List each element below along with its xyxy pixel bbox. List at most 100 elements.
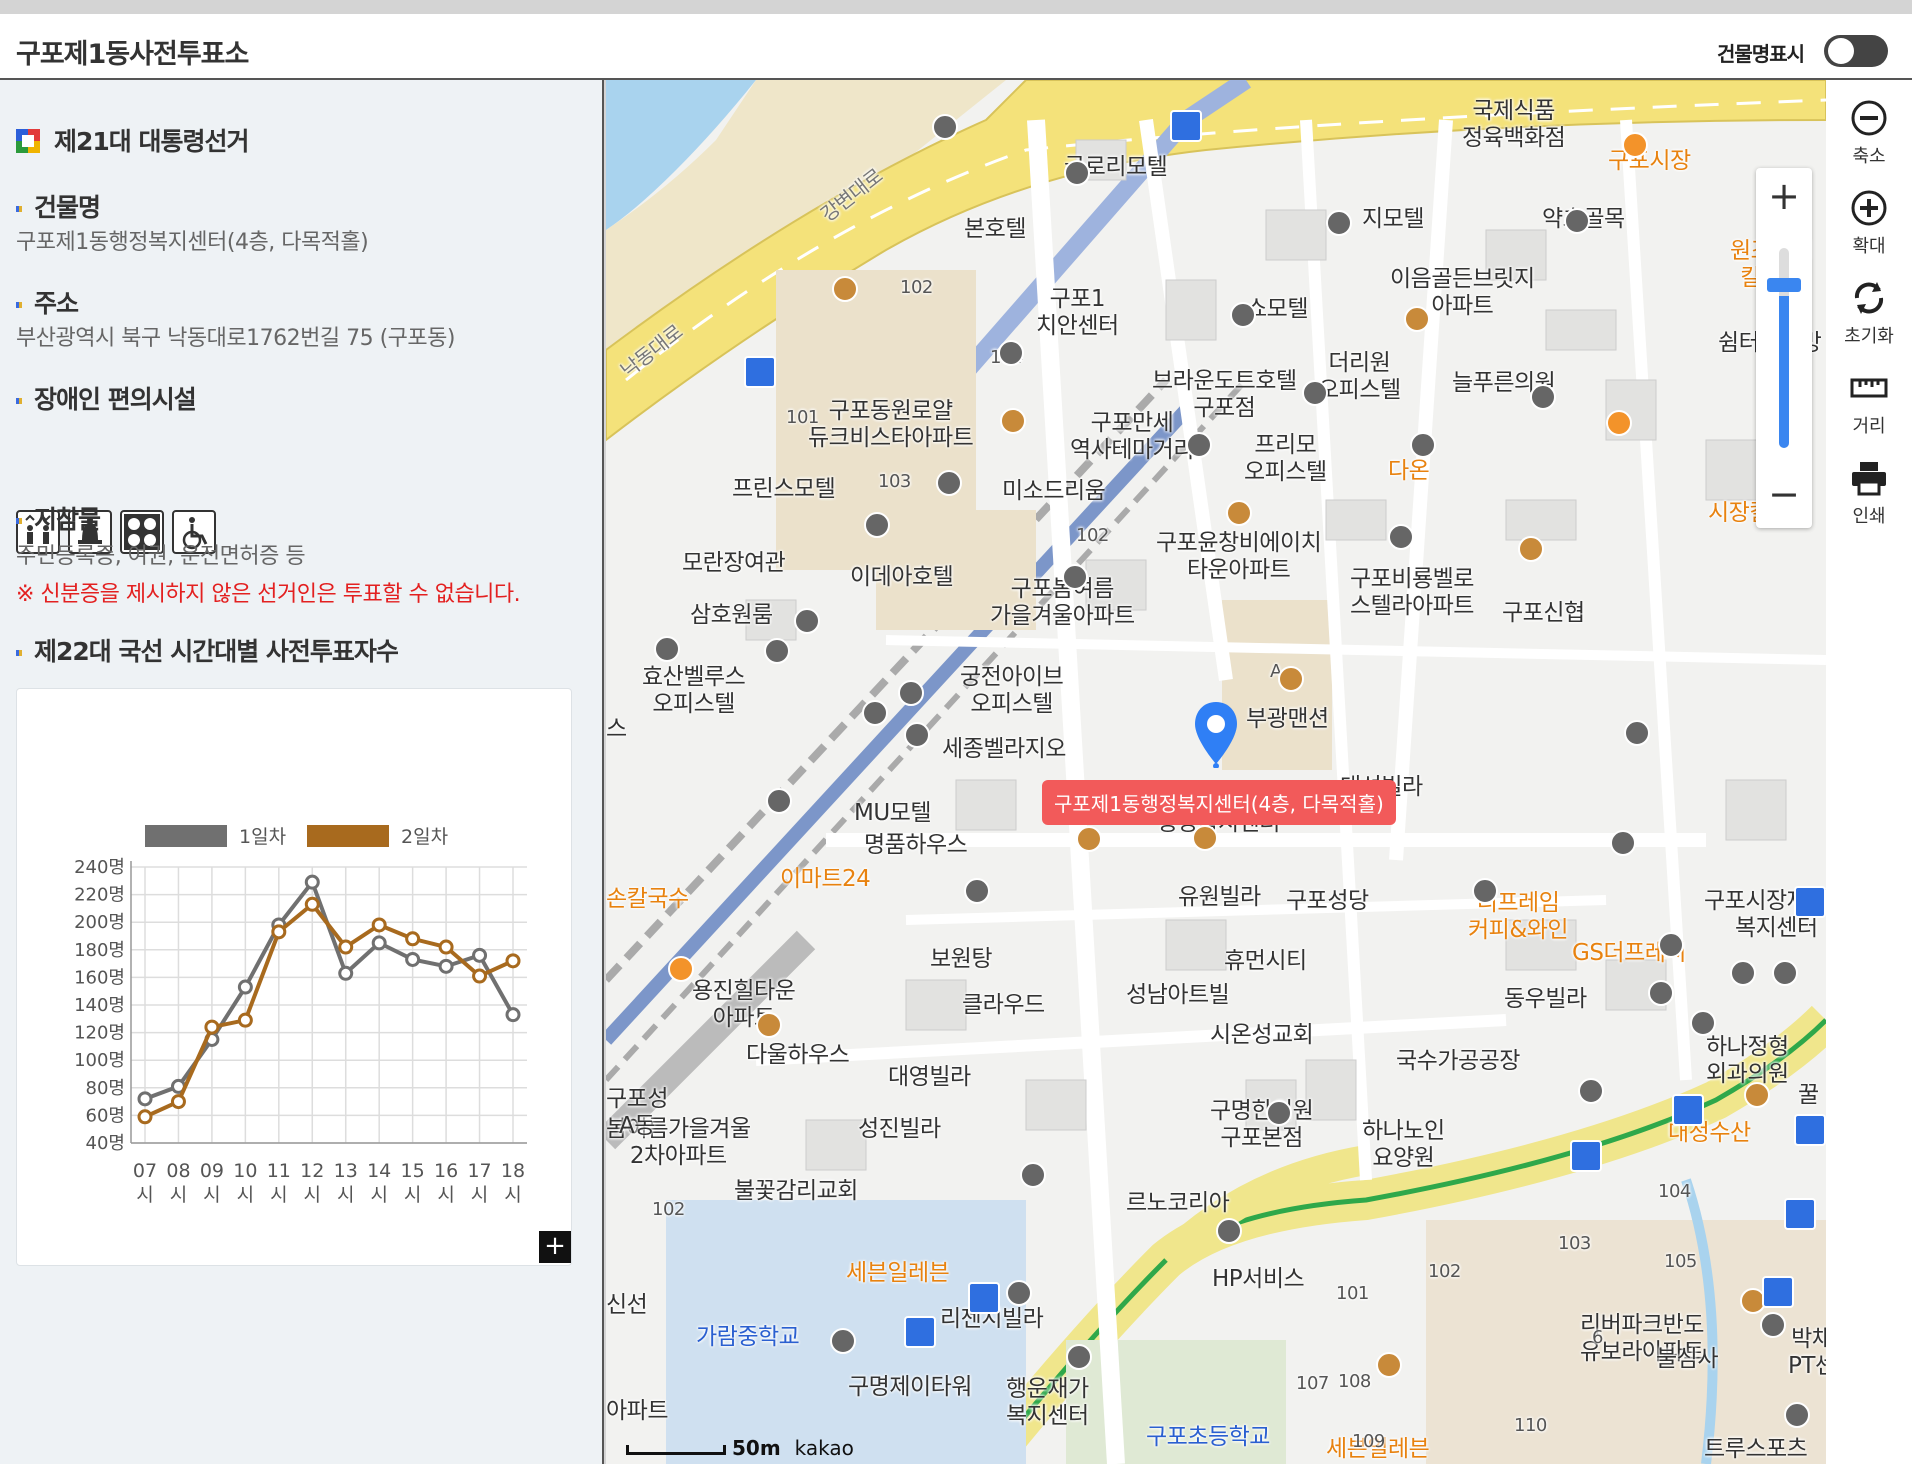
poi-pin-icon[interactable] xyxy=(1064,160,1090,186)
map-place-label[interactable]: 구포봄여름 가을겨울아파트 xyxy=(990,576,1135,630)
poi-pin-icon[interactable] xyxy=(1278,666,1304,692)
map-place-label[interactable]: 가람중학교 xyxy=(696,1324,800,1351)
poi-pin-icon[interactable] xyxy=(1606,410,1632,436)
poi-pin-icon[interactable] xyxy=(1066,1344,1092,1370)
map-place-label[interactable]: 이마트24 xyxy=(780,866,871,893)
poi-pin-icon[interactable] xyxy=(1772,960,1798,986)
poi-pin-icon[interactable] xyxy=(1744,1082,1770,1108)
map-place-label[interactable]: 구포신협 xyxy=(1502,600,1585,627)
map-place-label[interactable]: 신선 xyxy=(606,1292,648,1319)
map-place-label[interactable]: 대영빌라 xyxy=(888,1064,971,1091)
poi-pin-icon[interactable] xyxy=(1216,1218,1242,1244)
poi-pin-icon[interactable] xyxy=(1410,432,1436,458)
map-place-label[interactable]: 성진빌라 xyxy=(858,1116,941,1143)
map-place-label[interactable]: 불심사 xyxy=(1656,1346,1718,1373)
map-place-label[interactable]: 다울하우스 xyxy=(746,1042,850,1069)
map-place-label[interactable]: 궁전아이브 오피스텔 xyxy=(960,664,1064,718)
polling-station-label[interactable]: 구포제1동행정복지센터(4층, 다목적홀) xyxy=(1042,780,1396,825)
poi-pin-icon[interactable] xyxy=(1784,1402,1810,1428)
map-place-label[interactable]: MU모텔 xyxy=(854,800,932,827)
polling-station-marker[interactable] xyxy=(1191,700,1241,769)
poi-pin-icon[interactable] xyxy=(1376,1352,1402,1378)
building-name-toggle[interactable] xyxy=(1824,35,1888,67)
poi-pin-icon[interactable] xyxy=(1578,1078,1604,1104)
poi-pin-icon[interactable] xyxy=(756,1012,782,1038)
map-place-label[interactable]: 구명한의원 구포본점 xyxy=(1210,1098,1314,1152)
chart-expand-button[interactable]: + xyxy=(539,1231,571,1263)
poi-pin-icon[interactable] xyxy=(794,608,820,634)
bus-stop-icon[interactable] xyxy=(1672,1094,1704,1126)
map-place-label[interactable]: 트루스포츠 xyxy=(1704,1436,1808,1463)
poi-pin-icon[interactable] xyxy=(1658,932,1684,958)
map-place-label[interactable]: 더리원 오피스텔 xyxy=(1318,350,1401,404)
poi-pin-icon[interactable] xyxy=(1730,960,1756,986)
map-place-label[interactable]: 구포1 치안센터 xyxy=(1036,286,1119,340)
bus-stop-icon[interactable] xyxy=(968,1282,1000,1314)
poi-pin-icon[interactable] xyxy=(904,722,930,748)
bus-stop-icon[interactable] xyxy=(1794,1114,1826,1146)
map-place-label[interactable]: 성남아트빌 xyxy=(1126,982,1230,1009)
map-place-label[interactable]: 부광맨션 xyxy=(1246,706,1329,733)
map-place-label[interactable]: 휴먼시티 xyxy=(1224,948,1307,975)
poi-pin-icon[interactable] xyxy=(1076,826,1102,852)
poi-pin-icon[interactable] xyxy=(898,680,924,706)
bus-stop-icon[interactable] xyxy=(1784,1198,1816,1230)
map-place-label[interactable]: 이데아호텔 xyxy=(850,564,954,591)
map-place-label[interactable]: HP서비스 xyxy=(1212,1266,1305,1293)
map-place-label[interactable]: 프린스모텔 xyxy=(732,476,836,503)
map-place-label[interactable]: 하나정형 외과의원 xyxy=(1706,1034,1789,1088)
bus-stop-icon[interactable] xyxy=(1170,110,1202,142)
map-place-label[interactable]: 효산벨루스 오피스텔 xyxy=(642,664,746,718)
zoom-slider-handle[interactable] xyxy=(1767,278,1801,292)
poi-pin-icon[interactable] xyxy=(766,788,792,814)
poi-pin-icon[interactable] xyxy=(936,470,962,496)
poi-pin-icon[interactable] xyxy=(1192,825,1218,851)
map-place-label[interactable]: 유원빌라 xyxy=(1178,884,1261,911)
bus-stop-icon[interactable] xyxy=(744,356,776,388)
poi-pin-icon[interactable] xyxy=(1530,384,1556,410)
poi-pin-icon[interactable] xyxy=(932,114,958,140)
map-place-label[interactable]: 하나노인 요양원 xyxy=(1362,1118,1445,1172)
zoom-out-button[interactable]: − xyxy=(1756,468,1812,524)
poi-pin-icon[interactable] xyxy=(1564,208,1590,234)
poi-pin-icon[interactable] xyxy=(832,276,858,302)
map-place-label[interactable]: 보원탕 xyxy=(930,946,992,973)
poi-pin-icon[interactable] xyxy=(1760,1312,1786,1338)
map-place-label[interactable]: 구포성 A동 xyxy=(606,1086,668,1140)
poi-pin-icon[interactable] xyxy=(1000,408,1026,434)
map-place-label[interactable]: 꿀 xyxy=(1798,1082,1819,1109)
poi-pin-icon[interactable] xyxy=(668,956,694,982)
map-place-label[interactable]: 행운재가 복지센터 xyxy=(1006,1376,1089,1430)
map-place-label[interactable]: 본호텔 xyxy=(964,216,1026,243)
map-place-label[interactable]: 프리모 오피스텔 xyxy=(1244,432,1327,486)
map-place-label[interactable]: 삼호원룸 xyxy=(690,602,773,629)
poi-pin-icon[interactable] xyxy=(654,636,680,662)
map-place-label[interactable]: 구명제이타워 xyxy=(848,1374,972,1401)
poi-pin-icon[interactable] xyxy=(1326,210,1352,236)
map-place-label[interactable]: 구포윤창비에이치 타운아파트 xyxy=(1156,530,1322,584)
map-place-label[interactable]: 구포시장 xyxy=(1608,148,1691,175)
map-place-label[interactable]: 미소드리움 xyxy=(1002,478,1106,505)
map-place-label[interactable]: 르노코리아 xyxy=(1126,1190,1230,1217)
map-place-label[interactable]: 박채석 PT센터 xyxy=(1788,1326,1826,1380)
map-place-label[interactable]: 구포비룡벨로 스텔라아파트 xyxy=(1350,566,1474,620)
poi-pin-icon[interactable] xyxy=(830,1328,856,1354)
map-place-label[interactable]: 명품하우스 xyxy=(864,832,968,859)
zoom-out-tool[interactable]: 축소 xyxy=(1826,98,1912,168)
map-place-label[interactable]: 동우빌라 xyxy=(1504,986,1587,1013)
poi-pin-icon[interactable] xyxy=(764,638,790,664)
poi-pin-icon[interactable] xyxy=(1690,1010,1716,1036)
map-place-label[interactable]: 지모텔 xyxy=(1362,206,1424,233)
poi-pin-icon[interactable] xyxy=(1062,564,1088,590)
map-place-label[interactable]: 세븐일레븐 xyxy=(846,1260,950,1287)
poi-pin-icon[interactable] xyxy=(1226,500,1252,526)
poi-pin-icon[interactable] xyxy=(1266,1100,1292,1126)
poi-pin-icon[interactable] xyxy=(1472,878,1498,904)
poi-pin-icon[interactable] xyxy=(862,700,888,726)
poi-pin-icon[interactable] xyxy=(1648,980,1674,1006)
zoom-in-button[interactable]: + xyxy=(1756,170,1812,226)
poi-pin-icon[interactable] xyxy=(1302,380,1328,406)
map-place-label[interactable]: 손칼국수 xyxy=(606,886,689,913)
poi-pin-icon[interactable] xyxy=(1006,1280,1032,1306)
poi-pin-icon[interactable] xyxy=(1518,536,1544,562)
